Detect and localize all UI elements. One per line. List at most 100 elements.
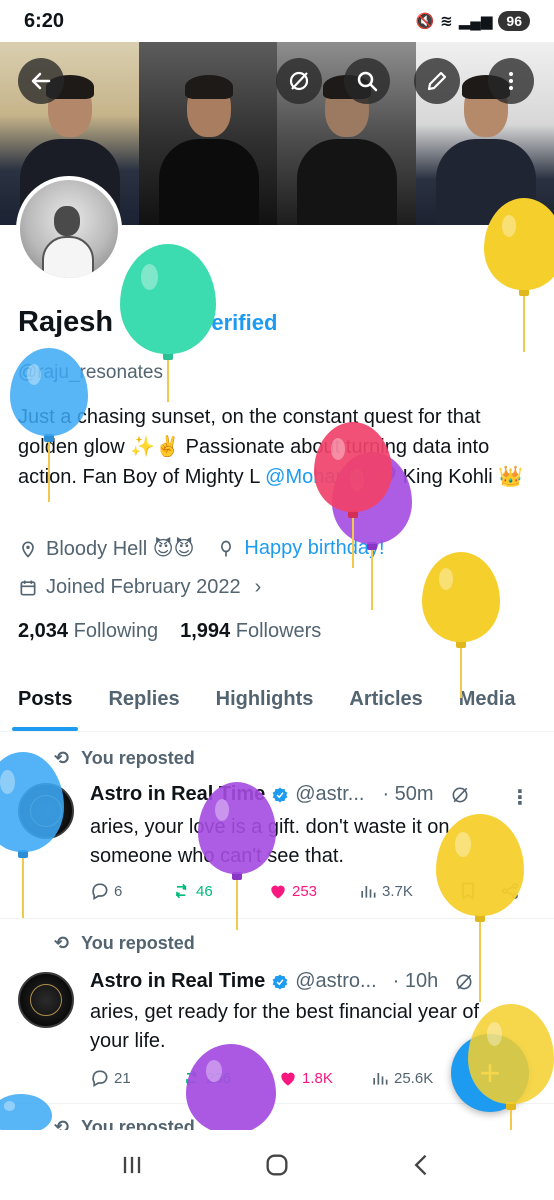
home-icon[interactable] bbox=[263, 1151, 291, 1179]
more-button[interactable] bbox=[488, 58, 534, 104]
banner-photo bbox=[138, 42, 277, 225]
like-button[interactable]: 253 bbox=[268, 881, 358, 901]
search-button[interactable] bbox=[344, 58, 390, 104]
plus-icon: + bbox=[479, 1052, 501, 1093]
post-author[interactable]: Astro in Real Time bbox=[90, 783, 265, 806]
verified-badge-icon bbox=[272, 787, 288, 802]
heart-icon bbox=[281, 1072, 295, 1086]
grok-icon bbox=[289, 71, 309, 91]
following-count: 2,034 bbox=[18, 620, 69, 642]
followers-count: 1,994 bbox=[180, 620, 231, 642]
like-count: 1.8K bbox=[302, 1069, 333, 1087]
reply-count: 6 bbox=[114, 882, 123, 900]
tab-posts[interactable]: Posts bbox=[0, 676, 90, 731]
battery-badge: 96 bbox=[498, 11, 530, 31]
search-icon bbox=[357, 71, 378, 92]
bio-mention-link[interactable]: @Mohanlal bbox=[265, 466, 366, 488]
tab-replies[interactable]: Replies bbox=[90, 676, 197, 731]
post-time: · 50m bbox=[382, 783, 434, 805]
followers-link[interactable]: 1,994 Followers bbox=[180, 620, 321, 643]
post-card[interactable]: ⟲ You reposted bbox=[0, 1105, 554, 1137]
repost-button[interactable]: 46 bbox=[172, 881, 268, 901]
balloon-icon bbox=[221, 540, 232, 556]
repost-count: 46 bbox=[196, 882, 213, 900]
views-icon bbox=[361, 886, 376, 898]
repost-button[interactable]: 236 bbox=[182, 1068, 278, 1088]
post-author[interactable]: Astro in Real Time bbox=[90, 970, 265, 993]
calendar-icon bbox=[20, 580, 36, 595]
grok-icon[interactable] bbox=[450, 785, 470, 805]
back-button[interactable] bbox=[18, 58, 64, 104]
post-text: aries, get ready for the best financial … bbox=[90, 1001, 480, 1052]
back-icon[interactable] bbox=[408, 1151, 436, 1179]
repost-icon: ⟲ bbox=[54, 748, 70, 768]
like-count: 253 bbox=[292, 882, 318, 900]
location-text: Bloody Hell 😈😈 bbox=[46, 538, 195, 560]
get-verified-link[interactable]: Get Verified bbox=[155, 310, 277, 336]
system-nav-bar bbox=[0, 1130, 554, 1200]
reply-count: 21 bbox=[114, 1069, 131, 1087]
profile-name: Rajesh bbox=[18, 306, 114, 338]
like-button[interactable]: 1.8K bbox=[278, 1068, 370, 1088]
bookmark-icon[interactable] bbox=[458, 881, 478, 901]
signal-icon: ▂▄▆ bbox=[458, 13, 493, 30]
grok-button[interactable] bbox=[276, 58, 322, 104]
post-handle: @astr... bbox=[295, 783, 365, 805]
post-card[interactable]: ⟲ You reposted Astro in Real Time @astr.… bbox=[0, 733, 554, 919]
post-actions: 6 46 253 3.7K bbox=[90, 881, 530, 901]
repost-icon: ⟲ bbox=[54, 933, 70, 953]
follow-stats: 2,034 Following 1,994 Followers bbox=[18, 620, 321, 643]
followers-label: Followers bbox=[235, 620, 322, 642]
status-time: 6:20 bbox=[24, 9, 65, 32]
grok-icon[interactable] bbox=[454, 972, 474, 992]
birthday-link[interactable]: Happy birthday! bbox=[244, 537, 384, 560]
reply-button[interactable]: 21 bbox=[90, 1068, 182, 1088]
edit-button[interactable] bbox=[414, 58, 460, 104]
edit-icon bbox=[427, 71, 447, 91]
profile-meta-row: Bloody Hell 😈😈 Happy birthday! bbox=[18, 536, 385, 561]
repost-indicator: ⟲ You reposted bbox=[54, 933, 195, 954]
following-link[interactable]: 2,034 Following bbox=[18, 620, 158, 643]
views-count: 3.7K bbox=[382, 882, 413, 900]
views-count: 25.6K bbox=[394, 1069, 434, 1087]
verified-badge-icon bbox=[125, 313, 144, 332]
post-handle: @astro... bbox=[295, 970, 377, 992]
joined-text: Joined February 2022 bbox=[46, 576, 241, 598]
reply-button[interactable]: 6 bbox=[90, 881, 172, 901]
tab-media[interactable]: Media bbox=[441, 676, 534, 731]
repost-icon bbox=[175, 883, 187, 899]
status-icons: 🔇 ≋ ▂▄▆ 96 bbox=[415, 11, 530, 31]
following-label: Following bbox=[73, 620, 159, 642]
wifi-icon: ≋ bbox=[440, 13, 453, 30]
back-arrow-icon bbox=[31, 72, 51, 90]
verified-badge-icon bbox=[272, 974, 288, 989]
recent-apps-icon[interactable] bbox=[118, 1151, 146, 1179]
views-button[interactable]: 3.7K bbox=[358, 881, 458, 901]
post-avatar[interactable] bbox=[18, 972, 74, 1028]
post-time: · 10h bbox=[392, 970, 439, 992]
repost-icon bbox=[185, 1070, 197, 1086]
post-more-icon[interactable]: ⋮ bbox=[510, 785, 530, 810]
post-avatar[interactable] bbox=[18, 783, 74, 839]
profile-bio: Just a chasing sunset, on the constant q… bbox=[18, 402, 538, 492]
profile-handle: @raju_resonates bbox=[18, 362, 163, 383]
profile-tabs: Posts Replies Highlights Articles Media bbox=[0, 676, 554, 732]
status-bar: 6:20 🔇 ≋ ▂▄▆ 96 bbox=[0, 0, 554, 42]
repost-count: 236 bbox=[206, 1069, 232, 1087]
joined-row[interactable]: Joined February 2022 › bbox=[18, 576, 261, 599]
bio-text-end: ❤️ King Kohli 👑 bbox=[366, 466, 524, 488]
profile-avatar[interactable] bbox=[16, 176, 122, 282]
location-icon bbox=[22, 541, 34, 558]
post-header: Astro in Real Time @astro... · 10h bbox=[90, 970, 474, 993]
more-vertical-icon bbox=[509, 72, 513, 90]
chevron-right-icon: › bbox=[254, 576, 262, 598]
profile-name-row: Rajesh Get Verified bbox=[18, 306, 277, 339]
repost-label: You reposted bbox=[81, 748, 195, 768]
share-icon[interactable] bbox=[500, 881, 520, 901]
repost-indicator: ⟲ You reposted bbox=[54, 748, 195, 769]
compose-button[interactable]: + bbox=[451, 1034, 529, 1112]
post-text: aries, your love is a gift. don't waste … bbox=[90, 816, 450, 867]
heart-icon bbox=[271, 885, 285, 899]
tab-articles[interactable]: Articles bbox=[331, 676, 440, 731]
tab-highlights[interactable]: Highlights bbox=[198, 676, 332, 731]
